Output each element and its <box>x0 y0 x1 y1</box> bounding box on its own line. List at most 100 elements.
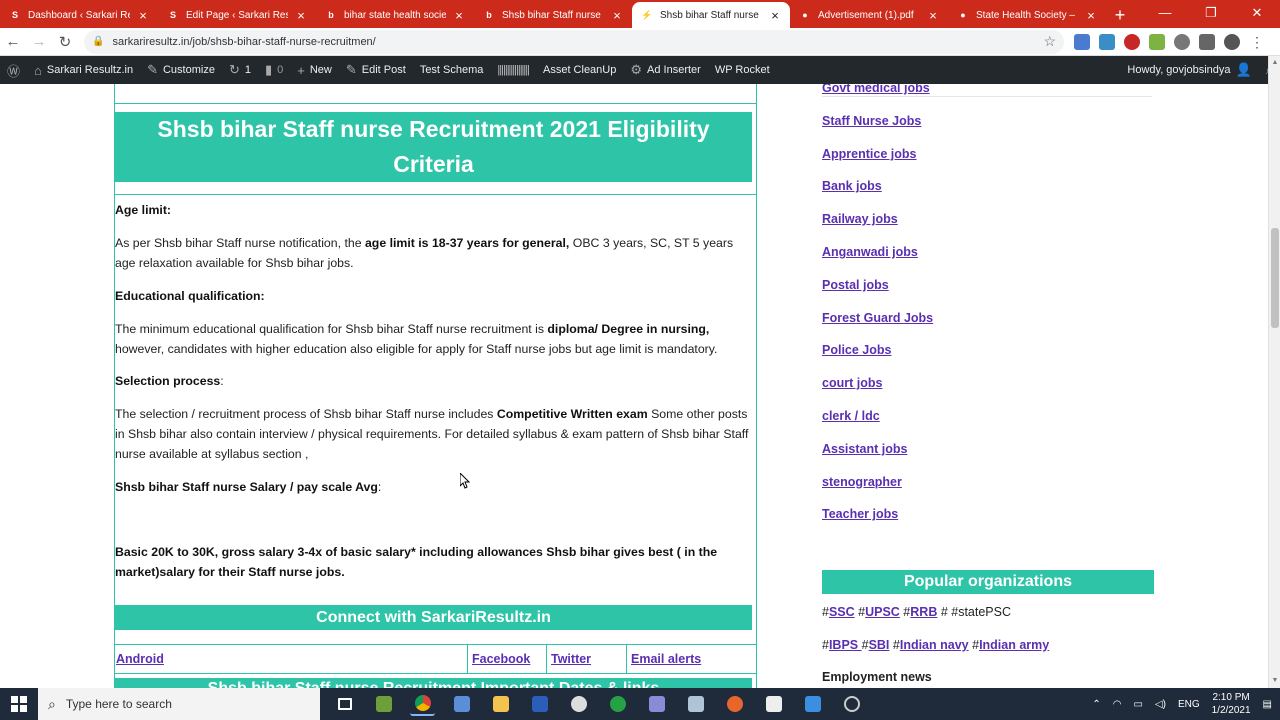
tag-link[interactable]: RRB <box>910 605 937 619</box>
close-window-icon[interactable]: ✕ <box>1234 0 1280 28</box>
new-link[interactable]: + New <box>290 56 339 84</box>
app-icon[interactable] <box>449 692 474 716</box>
extension-icon[interactable] <box>1074 33 1090 50</box>
customize-link[interactable]: ✎ Customize <box>140 56 222 84</box>
tab-title: Shsb bihar Staff nurse Re <box>660 9 762 21</box>
volume-icon[interactable]: ◁) <box>1155 699 1166 710</box>
email-alerts-link[interactable]: Email alerts <box>630 645 756 673</box>
sidebar-category-link[interactable]: court jobs <box>822 376 882 390</box>
edit-post-link[interactable]: ✎ Edit Post <box>339 56 413 84</box>
sidebar-category-link[interactable]: Forest Guard Jobs <box>822 311 933 325</box>
puzzle-icon[interactable] <box>1199 33 1215 50</box>
start-button[interactable] <box>0 688 38 720</box>
twitter-link[interactable]: Twitter <box>550 645 626 673</box>
url-field[interactable]: 🔒 sarkariresultz.in/job/shsb-bihar-staff… <box>84 29 1064 54</box>
firefox-icon[interactable] <box>722 692 747 716</box>
social-cell: Facebook <box>468 645 547 673</box>
file-explorer-icon[interactable] <box>488 692 513 716</box>
updates-link[interactable]: ↻ 1 <box>222 56 258 84</box>
site-name-link[interactable]: ⌂ Sarkari Resultz.in <box>27 56 140 84</box>
menu-dots-icon[interactable]: ⋮ <box>1249 34 1265 50</box>
sidebar-category-link[interactable]: Apprentice jobs <box>822 147 916 161</box>
tag-link[interactable]: Indian navy <box>900 638 969 652</box>
forward-button[interactable]: → <box>26 33 52 50</box>
restore-icon[interactable]: ❐ <box>1188 0 1234 28</box>
back-button[interactable]: ← <box>0 33 26 50</box>
sidebar-category-link[interactable]: clerk / ldc <box>822 409 880 423</box>
howdy-user[interactable]: Howdy, govjobsindya 👤 <box>1120 56 1258 84</box>
clock-date: 1/2/2021 <box>1211 705 1251 716</box>
sidebar-category-link[interactable]: Staff Nurse Jobs <box>822 114 921 128</box>
scroll-thumb[interactable] <box>1271 228 1279 328</box>
browser-tab[interactable]: ⚡ Shsb bihar Staff nurse Re × <box>632 2 790 28</box>
close-tab-icon[interactable]: × <box>1084 8 1098 23</box>
graph-icon[interactable]: ||||||||||||||||| <box>490 56 536 84</box>
browser-tab[interactable]: S Edit Page ‹ Sarkari Resul × <box>158 2 316 28</box>
word-icon[interactable] <box>527 692 552 716</box>
browser-tab[interactable]: b Shsb bihar Staff nurse Re × <box>474 2 632 28</box>
app-icon[interactable] <box>761 692 786 716</box>
extension-icon[interactable] <box>1124 33 1140 50</box>
bookmark-star-icon[interactable]: ☆ <box>1043 33 1056 50</box>
app-icon[interactable] <box>371 692 396 716</box>
scroll-down-icon[interactable]: ▼ <box>1269 674 1280 688</box>
sidebar-category-link[interactable]: Govt medical jobs <box>822 84 930 95</box>
close-tab-icon[interactable]: × <box>926 8 940 23</box>
profile-avatar[interactable] <box>1224 33 1240 50</box>
browser-tab[interactable]: ● Advertisement (1).pdf × <box>790 2 948 28</box>
scroll-up-icon[interactable]: ▲ <box>1269 56 1280 70</box>
android-link[interactable]: Android <box>115 645 467 673</box>
sidebar-category-link[interactable]: Teacher jobs <box>822 507 898 521</box>
browser-tab[interactable]: S Dashboard ‹ Sarkari Resu × <box>0 2 158 28</box>
chrome-icon[interactable] <box>410 692 435 716</box>
close-tab-icon[interactable]: × <box>294 8 308 23</box>
app-icon[interactable] <box>644 692 669 716</box>
clock[interactable]: 2:10 PM 1/2/2021 <box>1212 691 1251 717</box>
app-icon[interactable] <box>566 692 591 716</box>
chevron-up-icon[interactable]: ⌃ <box>1092 699 1100 710</box>
wp-rocket-link[interactable]: WP Rocket <box>708 56 777 84</box>
wp-logo-icon[interactable]: Ⓦ <box>0 56 27 84</box>
favicon-icon: ⚡ <box>641 9 653 20</box>
close-tab-icon[interactable]: × <box>610 8 624 23</box>
app-icon[interactable] <box>683 692 708 716</box>
reload-button[interactable]: ↻ <box>52 33 78 51</box>
app-icon[interactable] <box>605 692 630 716</box>
tag-link[interactable]: IBPS <box>829 638 862 652</box>
tag-link[interactable]: Indian army <box>979 638 1049 652</box>
page-scrollbar[interactable]: ▲ ▼ <box>1268 56 1280 688</box>
extension-icon[interactable] <box>1149 33 1165 50</box>
sidebar-category-link[interactable]: Bank jobs <box>822 179 882 193</box>
notification-icon[interactable]: ▤ <box>1263 699 1272 710</box>
sidebar-category-link[interactable]: Assistant jobs <box>822 442 907 456</box>
close-tab-icon[interactable]: × <box>452 8 466 23</box>
sidebar-category-link[interactable]: Postal jobs <box>822 278 889 292</box>
sidebar-category-link[interactable]: stenographer <box>822 475 902 489</box>
close-tab-icon[interactable]: × <box>136 8 150 23</box>
sidebar-category-link[interactable]: Police Jobs <box>822 343 891 357</box>
tag-link[interactable]: SSC <box>829 605 855 619</box>
asset-cleanup-link[interactable]: Asset CleanUp <box>536 56 623 84</box>
taskbar-search[interactable]: ⌕ Type here to search <box>38 688 320 720</box>
tag-link[interactable]: UPSC <box>865 605 900 619</box>
extension-icon[interactable] <box>1099 33 1115 50</box>
new-tab-button[interactable]: + <box>1106 2 1134 28</box>
comments-link[interactable]: ▮ 0 <box>258 56 290 84</box>
extension-icon[interactable] <box>1174 33 1190 50</box>
browser-tab[interactable]: b bihar state health society × <box>316 2 474 28</box>
task-view-icon[interactable] <box>332 692 357 716</box>
app-icon[interactable] <box>839 692 864 716</box>
sidebar-category-link[interactable]: Anganwadi jobs <box>822 245 918 259</box>
app-icon[interactable] <box>800 692 825 716</box>
wifi-icon[interactable]: ◠ <box>1113 699 1122 710</box>
test-schema-link[interactable]: Test Schema <box>413 56 491 84</box>
minimize-icon[interactable]: — <box>1142 0 1188 28</box>
language-indicator[interactable]: ENG <box>1178 699 1200 710</box>
keyboard-icon[interactable]: ▭ <box>1133 699 1142 710</box>
close-tab-icon[interactable]: × <box>768 8 782 23</box>
browser-tab[interactable]: ● State Health Society – Bi × <box>948 2 1106 28</box>
sidebar-category-link[interactable]: Railway jobs <box>822 212 898 226</box>
ad-inserter-link[interactable]: ⚙ Ad Inserter <box>623 56 707 84</box>
tag-link[interactable]: SBI <box>869 638 890 652</box>
facebook-link[interactable]: Facebook <box>471 645 546 673</box>
